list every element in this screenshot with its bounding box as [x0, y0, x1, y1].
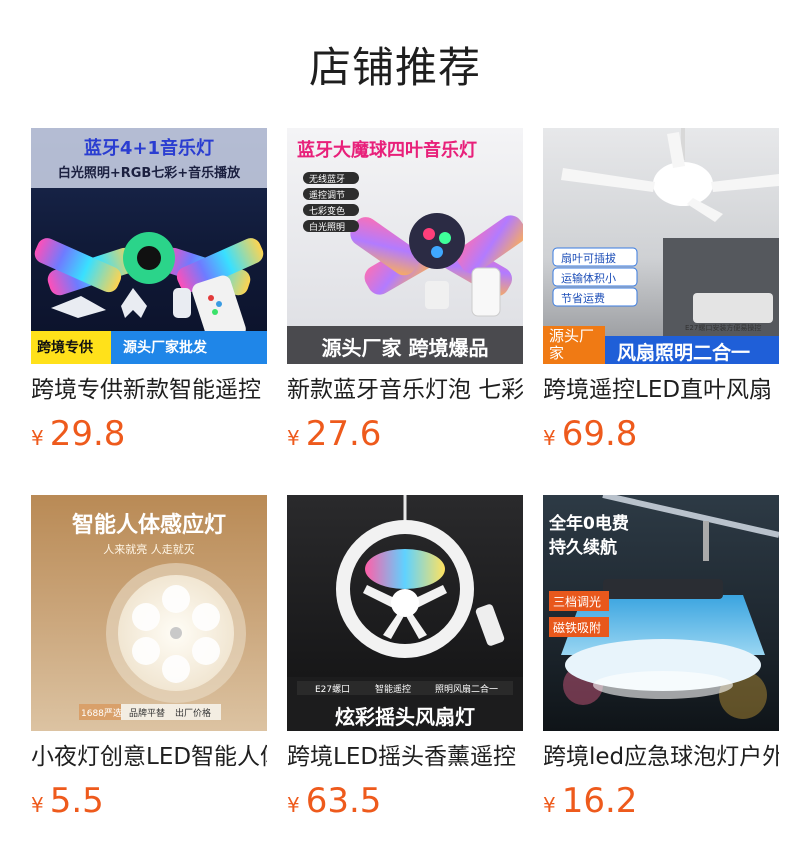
- product-card[interactable]: 全年0电费 持久续航 三档调光 磁铁吸附 跨境led应急球泡灯户外 ¥16.2: [543, 495, 779, 862]
- product-price: ¥69.8: [543, 414, 637, 454]
- image-headline: 蓝牙4+1音乐灯: [83, 138, 215, 159]
- image-badge: 源头厂家: [549, 327, 595, 362]
- page-title: 店铺推荐: [308, 43, 481, 92]
- product-name[interactable]: 跨境专供新款智能遥控: [31, 374, 267, 406]
- image-banner: 炫彩摇头风扇灯: [335, 705, 475, 729]
- image-headline-2: 持久续航: [549, 538, 617, 558]
- image-badge-mid: 品牌平替: [129, 709, 166, 719]
- image-banner: 源头厂家 跨境爆品: [321, 336, 489, 360]
- price-value: 16.2: [561, 781, 638, 821]
- product-card[interactable]: 蓝牙4+1音乐灯 白光照明+RGB七彩+音乐播放 跨境专供 源头厂家批发 跨境专…: [31, 128, 267, 495]
- product-name[interactable]: 新款蓝牙音乐灯泡 七彩: [287, 374, 523, 406]
- product-card[interactable]: 蓝牙大魔球四叶音乐灯 无线蓝牙 遥控调节 七彩变色 白光照明 源头厂家 跨境爆品…: [287, 128, 523, 495]
- image-note: E27螺口安装方便易操控: [685, 324, 762, 332]
- product-price: ¥29.8: [31, 414, 125, 454]
- image-banner: 风扇照明二合一: [617, 342, 751, 364]
- image-tag-2: 磁铁吸附: [553, 621, 602, 635]
- image-feature-1: 扇叶可插拔: [561, 252, 616, 265]
- image-feature-2: 遥控调节: [309, 191, 346, 201]
- product-price: ¥16.2: [543, 781, 637, 821]
- image-feature-3: 七彩变色: [309, 207, 346, 217]
- product-image[interactable]: 蓝牙大魔球四叶音乐灯 无线蓝牙 遥控调节 七彩变色 白光照明 源头厂家 跨境爆品: [287, 128, 523, 364]
- price-value: 27.6: [305, 414, 382, 454]
- image-tag-1: 三档调光: [553, 595, 602, 609]
- image-feature-3: 照明风扇二合一: [435, 685, 499, 695]
- price-value: 69.8: [561, 414, 638, 454]
- price-value: 29.8: [49, 414, 126, 454]
- image-headline: 蓝牙大魔球四叶音乐灯: [297, 140, 477, 161]
- product-image[interactable]: 扇叶可插拔 运输体积小 节省运费 E27螺口安装方便易操控 源头厂家 风扇照明二…: [543, 128, 779, 364]
- image-badge-left: 1688严选: [81, 709, 122, 719]
- product-card[interactable]: 扇叶可插拔 运输体积小 节省运费 E27螺口安装方便易操控 源头厂家 风扇照明二…: [543, 128, 779, 495]
- product-image[interactable]: 蓝牙4+1音乐灯 白光照明+RGB七彩+音乐播放 跨境专供 源头厂家批发: [31, 128, 267, 364]
- image-headline: 智能人体感应灯: [71, 513, 226, 538]
- currency-symbol: ¥: [543, 426, 556, 450]
- product-name[interactable]: 跨境遥控LED直叶风扇: [543, 374, 779, 406]
- image-feature-1: 无线蓝牙: [309, 175, 346, 185]
- image-badge-right: 出厂价格: [175, 709, 212, 719]
- product-name[interactable]: 跨境LED摇头香薰遥控: [287, 741, 523, 773]
- product-card[interactable]: E27螺口 智能遥控 照明风扇二合一 炫彩摇头风扇灯 跨境LED摇头香薰遥控 ¥…: [287, 495, 523, 862]
- image-feature-3: 节省运费: [561, 292, 605, 305]
- product-price: ¥5.5: [31, 781, 104, 821]
- product-image[interactable]: E27螺口 智能遥控 照明风扇二合一 炫彩摇头风扇灯: [287, 495, 523, 731]
- price-value: 5.5: [49, 781, 104, 821]
- product-grid: 蓝牙4+1音乐灯 白光照明+RGB七彩+音乐播放 跨境专供 源头厂家批发 跨境专…: [31, 128, 781, 862]
- product-image[interactable]: 全年0电费 持久续航 三档调光 磁铁吸附: [543, 495, 779, 731]
- image-badge-left: 跨境专供: [37, 340, 93, 356]
- currency-symbol: ¥: [543, 793, 556, 817]
- product-price: ¥63.5: [287, 781, 381, 821]
- image-feature-2: 运输体积小: [561, 272, 616, 285]
- image-feature-4: 白光照明: [309, 223, 346, 233]
- product-name[interactable]: 小夜灯创意LED智能人体: [31, 741, 267, 773]
- product-card[interactable]: 智能人体感应灯 人来就亮 人走就灭 1688严选 品牌平替 出厂价格 小夜灯创意…: [31, 495, 267, 862]
- image-subline: 白光照明+RGB七彩+音乐播放: [57, 166, 241, 181]
- product-image-art: [287, 495, 523, 731]
- product-name[interactable]: 跨境led应急球泡灯户外: [543, 741, 779, 773]
- currency-symbol: ¥: [287, 426, 300, 450]
- product-price: ¥27.6: [287, 414, 381, 454]
- currency-symbol: ¥: [31, 426, 44, 450]
- image-feature-2: 智能遥控: [375, 685, 412, 695]
- image-subline: 人来就亮 人走就灭: [103, 543, 195, 556]
- image-feature-1: E27螺口: [315, 685, 351, 695]
- price-value: 63.5: [305, 781, 382, 821]
- product-image[interactable]: 智能人体感应灯 人来就亮 人走就灭 1688严选 品牌平替 出厂价格: [31, 495, 267, 731]
- image-headline: 全年0电费: [549, 514, 629, 534]
- product-image-art: [287, 128, 523, 364]
- currency-symbol: ¥: [287, 793, 300, 817]
- currency-symbol: ¥: [31, 793, 44, 817]
- image-badge-right: 源头厂家批发: [123, 340, 207, 356]
